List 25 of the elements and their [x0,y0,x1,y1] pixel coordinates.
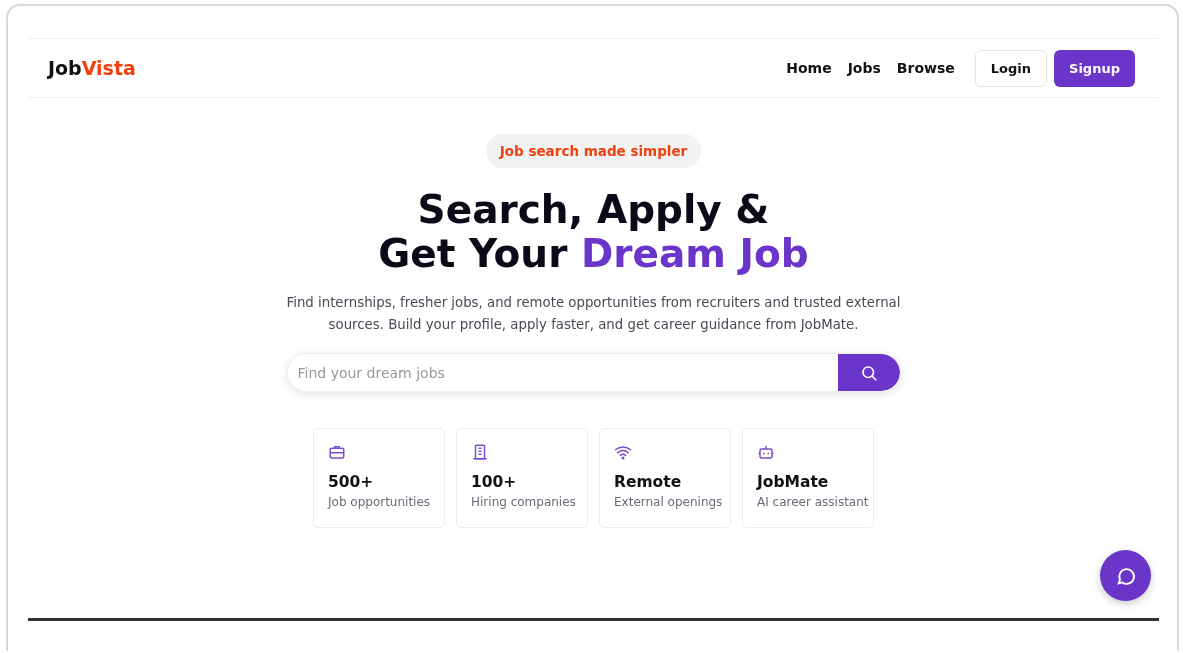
building-icon [471,443,489,461]
search-field[interactable]: Find your dream jobs [286,353,901,392]
search-button[interactable] [837,354,900,391]
stat-label: Job opportunities [328,495,432,509]
stat-label: Hiring companies [471,495,577,509]
stat-value: 100+ [471,473,518,491]
nav-link[interactable]: Home [786,60,832,76]
wifi-icon [614,443,632,461]
stat-label: AI career assistant [757,495,870,509]
hero-title: Search, Apply & Get Your Dream Job [378,188,809,276]
signup-button[interactable]: Signup [1054,49,1135,87]
hero-description: Find internships, fresher jobs, and remote opportunities from recruiters and trusted external sources. Build your profile, apply faster, and get career guidance from JobMate. [285,294,902,334]
robot-icon [757,443,775,461]
nav-link[interactable]: Browse [896,60,955,76]
tagline-badge: Job search made simpler [485,134,702,168]
logo[interactable]: JobVista [48,57,136,79]
login-button[interactable]: Login [974,49,1048,87]
search-icon [859,363,878,382]
chat-button[interactable] [1100,550,1151,601]
stat-value: JobMate [757,473,830,491]
stat-label: External openings [614,495,724,509]
nav-link[interactable]: Jobs [847,60,881,76]
briefcase-icon [328,443,346,461]
stat-value: 500+ [328,473,375,491]
stat-value: Remote [614,473,683,491]
